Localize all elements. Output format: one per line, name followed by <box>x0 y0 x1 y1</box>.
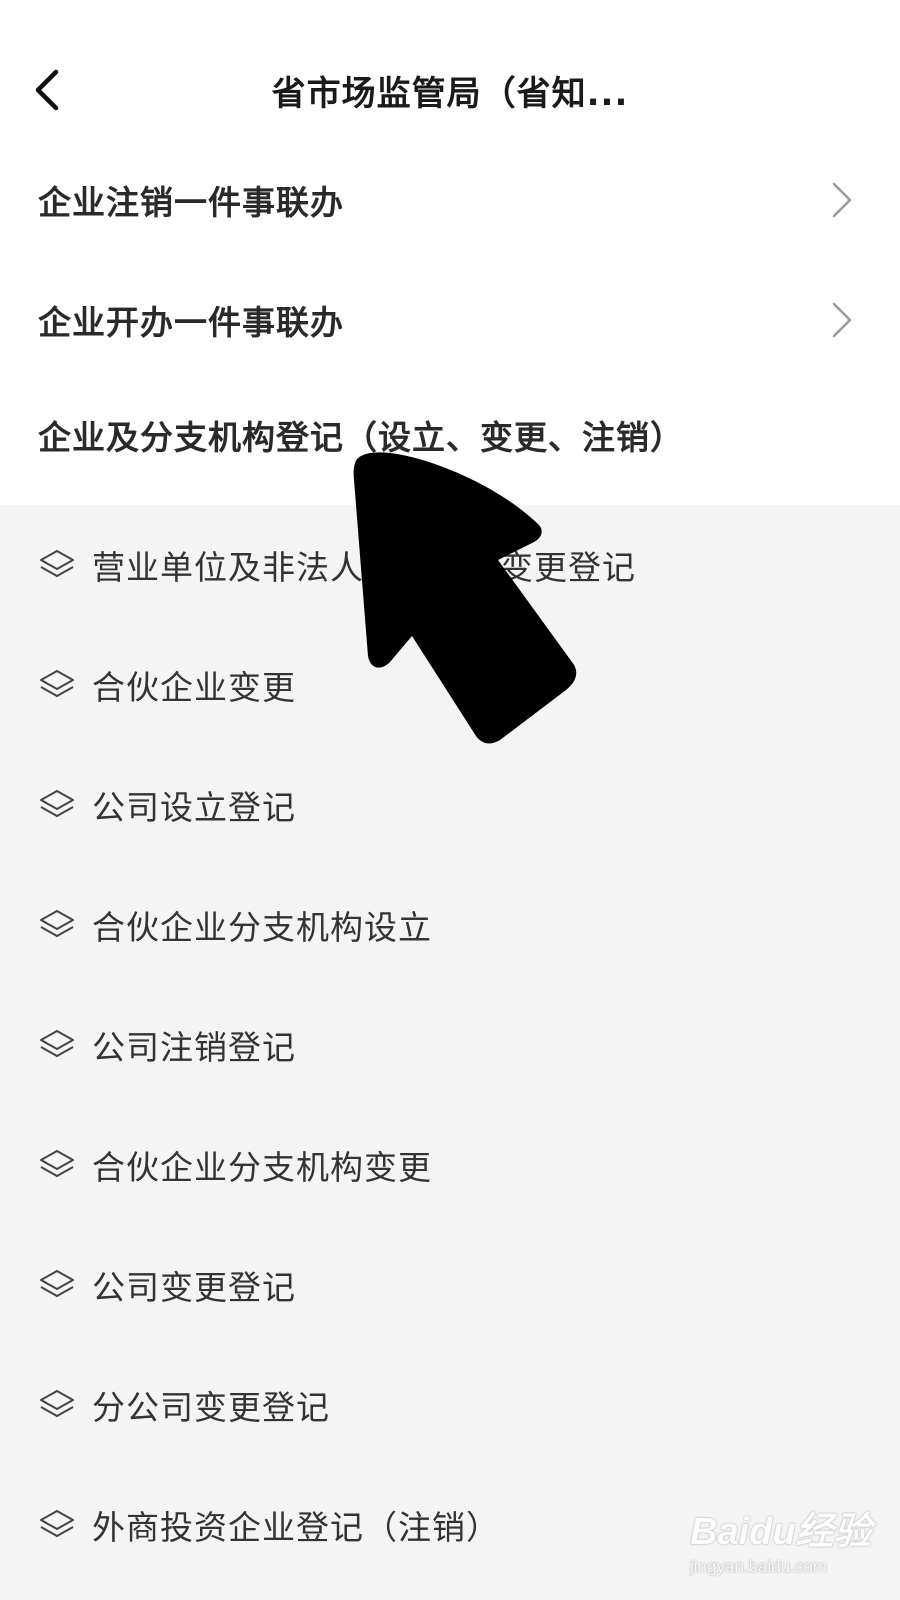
sub-item-label: 分公司变更登记 <box>92 1388 330 1427</box>
layers-icon <box>40 1270 74 1297</box>
sub-item-label: 公司变更登记 <box>92 1268 296 1307</box>
page-title: 省市场监管局（省知... <box>271 74 629 114</box>
sub-item-label: 公司设立登记 <box>92 788 296 827</box>
group-header-enterprise-registration[interactable]: 企业及分支机构登记（设立、变更、注销） <box>0 375 900 495</box>
sub-item-label: 合伙企业分支机构设立 <box>92 908 432 947</box>
sub-item[interactable]: 公司变更登记 <box>0 1225 900 1345</box>
sub-item[interactable]: 公司注销登记 <box>0 985 900 1105</box>
layers-icon <box>40 1390 74 1417</box>
top-bar: 省市场监管局（省知... <box>0 0 900 150</box>
sub-item-label: 公司注销登记 <box>92 1028 296 1067</box>
layers-icon <box>40 670 74 697</box>
layers-icon <box>40 550 74 577</box>
sub-item[interactable]: 合伙企业变更 <box>0 625 900 745</box>
sub-item-label: 合伙企业变更 <box>92 668 296 707</box>
watermark-sub: jingyan.baidu.com <box>690 1557 828 1576</box>
list-item-enterprise-cancellation[interactable]: 企业注销一件事联办 <box>0 140 900 260</box>
list-item-label: 企业注销一件事联办 <box>38 183 344 222</box>
chevron-right-icon <box>832 302 852 338</box>
layers-icon <box>40 1030 74 1057</box>
watermark-main: Baidu经验 <box>690 1511 872 1553</box>
layers-icon <box>40 1150 74 1177</box>
layers-icon <box>40 910 74 937</box>
sub-item[interactable]: 营业单位及非法人分支机构变更登记 <box>0 505 900 625</box>
chevron-left-icon <box>35 69 59 111</box>
sub-item-label: 外商投资企业登记（注销） <box>92 1508 500 1547</box>
sub-item[interactable]: 合伙企业分支机构设立 <box>0 865 900 985</box>
back-button[interactable] <box>22 62 72 118</box>
sub-item-label: 营业单位及非法人分支机构变更登记 <box>92 548 636 587</box>
list-item-enterprise-opening[interactable]: 企业开办一件事联办 <box>0 260 900 380</box>
sub-item[interactable]: 分公司变更登记 <box>0 1345 900 1465</box>
sub-item[interactable]: 合伙企业分支机构变更 <box>0 1105 900 1225</box>
sub-item[interactable]: 公司设立登记 <box>0 745 900 865</box>
layers-icon <box>40 1510 74 1537</box>
sub-item-label: 合伙企业分支机构变更 <box>92 1148 432 1187</box>
chevron-right-icon <box>832 182 852 218</box>
group-header-label: 企业及分支机构登记（设立、变更、注销） <box>38 418 684 457</box>
list-item-label: 企业开办一件事联办 <box>38 303 344 342</box>
layers-icon <box>40 790 74 817</box>
watermark-logo: Baidu经验 jingyan.baidu.com <box>690 1500 880 1590</box>
category-section: 企业注销一件事联办 企业开办一件事联办 企业及分支机构登记（设立、变更、注销） <box>0 140 900 505</box>
